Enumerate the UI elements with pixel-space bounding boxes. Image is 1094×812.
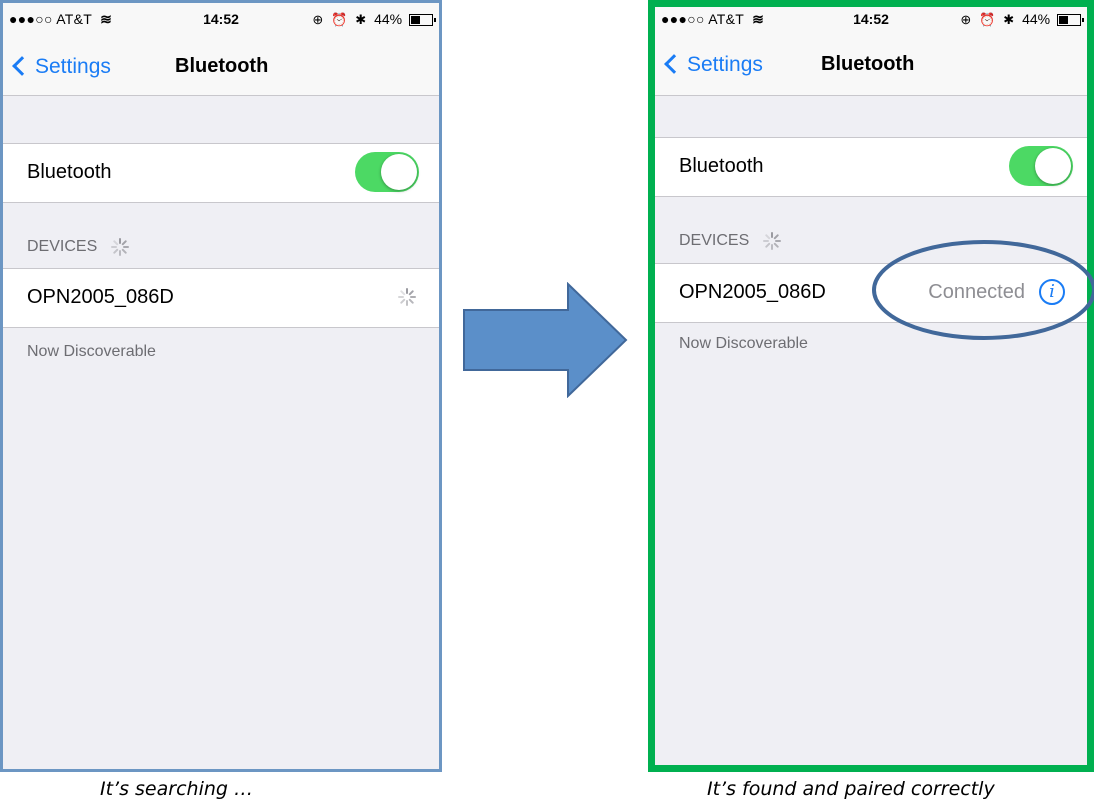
toggle-knob bbox=[381, 154, 417, 190]
device-name: OPN2005_086D bbox=[679, 281, 826, 303]
navigation-bar: ●●●○○ AT&T ≋ 14:52 ⊕ ⏰ ✱ 44% Settings Bl… bbox=[3, 3, 439, 96]
alarm-icon: ⏰ bbox=[331, 12, 348, 27]
navigation-bar: ●●●○○ AT&T ≋ 14:52 ⊕ ⏰ ✱ 44% Settings Bl… bbox=[655, 7, 1087, 96]
highlight-ellipse bbox=[872, 240, 1094, 340]
rotation-lock-icon: ⊕ bbox=[960, 12, 972, 27]
chevron-left-icon bbox=[12, 56, 32, 76]
back-label: Settings bbox=[35, 55, 111, 78]
bluetooth-icon: ✱ bbox=[1003, 12, 1015, 27]
chevron-left-icon bbox=[664, 54, 684, 74]
arrow-right-icon bbox=[463, 282, 628, 398]
caption-paired: It’s found and paired correctly bbox=[707, 778, 995, 800]
bluetooth-label: Bluetooth bbox=[27, 161, 112, 183]
loading-spinner-icon bbox=[762, 232, 781, 250]
alarm-icon: ⏰ bbox=[979, 12, 996, 27]
page-title: Bluetooth bbox=[821, 53, 915, 75]
back-button[interactable]: Settings bbox=[11, 55, 111, 79]
battery-level bbox=[411, 16, 420, 24]
battery-percent: 44% bbox=[1022, 11, 1051, 27]
devices-header-label: DEVICES bbox=[27, 238, 98, 256]
devices-section-header: DEVICES bbox=[27, 237, 130, 257]
bluetooth-toggle[interactable] bbox=[355, 152, 419, 192]
rotation-lock-icon: ⊕ bbox=[312, 12, 324, 27]
bluetooth-toggle-row: Bluetooth bbox=[3, 143, 439, 203]
battery-level bbox=[1059, 16, 1068, 24]
caption-searching: It’s searching … bbox=[100, 778, 253, 800]
devices-section-header: DEVICES bbox=[679, 231, 782, 251]
discoverable-footer: Now Discoverable bbox=[27, 343, 156, 360]
loading-spinner-icon bbox=[110, 238, 129, 256]
discoverable-footer: Now Discoverable bbox=[679, 335, 808, 352]
phone-screen-connected: ●●●○○ AT&T ≋ 14:52 ⊕ ⏰ ✱ 44% Settings Bl… bbox=[648, 0, 1094, 772]
devices-header-label: DEVICES bbox=[679, 232, 750, 250]
status-bar: ●●●○○ AT&T ≋ 14:52 ⊕ ⏰ ✱ 44% bbox=[3, 3, 439, 35]
battery-percent: 44% bbox=[374, 11, 403, 27]
battery-icon bbox=[1057, 14, 1084, 26]
device-name: OPN2005_086D bbox=[27, 286, 174, 308]
phone-screen-searching: ●●●○○ AT&T ≋ 14:52 ⊕ ⏰ ✱ 44% Settings Bl… bbox=[0, 0, 442, 772]
bluetooth-toggle[interactable] bbox=[1009, 146, 1073, 186]
back-button[interactable]: Settings bbox=[663, 53, 763, 77]
page-title: Bluetooth bbox=[175, 55, 269, 77]
loading-spinner-icon bbox=[398, 288, 416, 306]
status-icons: ⊕ ⏰ ✱ 44% bbox=[960, 11, 1084, 28]
bluetooth-icon: ✱ bbox=[355, 12, 367, 27]
battery-icon bbox=[409, 14, 436, 26]
bluetooth-toggle-row: Bluetooth bbox=[655, 137, 1087, 197]
status-icons: ⊕ ⏰ ✱ 44% bbox=[312, 11, 436, 28]
toggle-knob bbox=[1035, 148, 1071, 184]
device-row[interactable]: OPN2005_086D bbox=[3, 268, 439, 328]
bluetooth-label: Bluetooth bbox=[679, 155, 764, 177]
status-bar: ●●●○○ AT&T ≋ 14:52 ⊕ ⏰ ✱ 44% bbox=[655, 7, 1087, 39]
back-label: Settings bbox=[687, 53, 763, 76]
